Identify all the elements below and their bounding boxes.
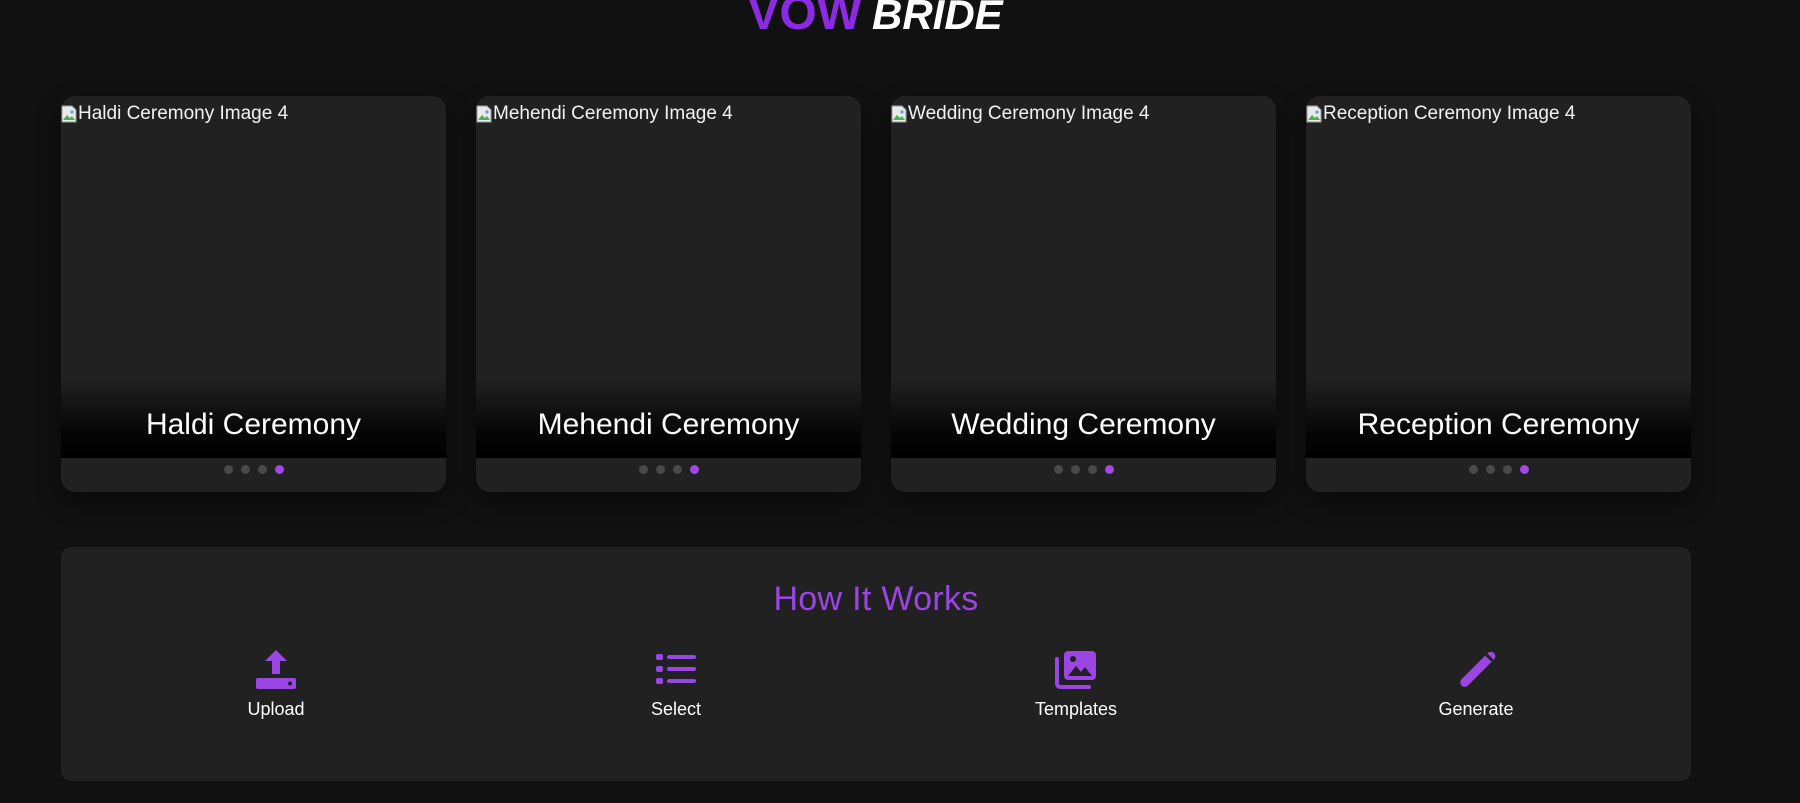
card-footer <box>476 458 861 492</box>
broken-image-placeholder: Haldi Ceremony Image 4 <box>61 103 288 125</box>
card-title: Mehendi Ceremony <box>537 408 800 441</box>
card-title: Reception Ceremony <box>1357 408 1640 441</box>
card-footer <box>61 458 446 492</box>
carousel-dot-1[interactable] <box>223 465 233 474</box>
carousel-dot-2[interactable] <box>240 465 250 474</box>
card-title: Haldi Ceremony <box>145 408 362 441</box>
image-alt-text: Reception Ceremony Image 4 <box>1323 103 1576 124</box>
broken-image-icon <box>891 105 907 123</box>
step-select: Select <box>576 647 776 720</box>
step-upload: Upload <box>176 647 376 720</box>
step-label: Upload <box>247 699 305 719</box>
image-alt-text: Mehendi Ceremony Image 4 <box>493 103 733 124</box>
carousel-dots <box>1306 465 1691 474</box>
carousel-dot-3[interactable] <box>672 465 682 474</box>
broken-image-placeholder: Mehendi Ceremony Image 4 <box>476 103 733 125</box>
how-it-works-steps: Upload Select Templates Generate <box>61 647 1691 757</box>
list-icon <box>654 647 698 691</box>
images-icon <box>1054 647 1098 691</box>
how-it-works-title: How It Works <box>773 580 979 618</box>
card-footer <box>891 458 1276 492</box>
carousel-dot-2[interactable] <box>655 465 665 474</box>
carousel-dot-3[interactable] <box>1087 465 1097 474</box>
carousel-dot-2[interactable] <box>1485 465 1495 474</box>
carousel-dots <box>891 465 1276 474</box>
carousel-dot-4[interactable] <box>1519 465 1529 474</box>
carousel-dot-3[interactable] <box>257 465 267 474</box>
carousel-dot-1[interactable] <box>638 465 648 474</box>
step-label: Templates <box>1034 699 1118 719</box>
how-it-works-section: How It Works Upload Select Templates Gen… <box>61 547 1691 781</box>
carousel-dot-3[interactable] <box>1502 465 1512 474</box>
carousel-dot-2[interactable] <box>1070 465 1080 474</box>
ceremony-card-mehendi[interactable]: Mehendi Ceremony Image 4 Mehendi Ceremon… <box>476 96 861 492</box>
broken-image-icon <box>61 105 77 123</box>
broken-image-icon <box>476 105 492 123</box>
step-generate: Generate <box>1376 647 1576 720</box>
carousel-dot-4[interactable] <box>274 465 284 474</box>
ceremony-card-haldi[interactable]: Haldi Ceremony Image 4 Haldi Ceremony <box>61 96 446 492</box>
upload-icon <box>254 647 298 691</box>
ceremony-cards: Haldi Ceremony Image 4 Haldi Ceremony Me… <box>61 96 1691 492</box>
image-alt-text: Wedding Ceremony Image 4 <box>908 103 1150 124</box>
broken-image-placeholder: Reception Ceremony Image 4 <box>1306 103 1575 125</box>
broken-image-placeholder: Wedding Ceremony Image 4 <box>891 103 1150 125</box>
carousel-dot-4[interactable] <box>689 465 699 474</box>
carousel-dot-1[interactable] <box>1053 465 1063 474</box>
logo-bride: BRIDE <box>871 0 1003 38</box>
carousel-dot-1[interactable] <box>1468 465 1478 474</box>
site-logo[interactable]: VOW BRIDE <box>0 0 1750 45</box>
step-templates: Templates <box>976 647 1176 720</box>
magic-wand-icon <box>1454 647 1498 691</box>
carousel-dots <box>476 465 861 474</box>
carousel-dots <box>61 465 446 474</box>
page: VOW BRIDE Haldi Ceremony Image 4 Haldi Ce… <box>0 0 1800 803</box>
carousel-dot-4[interactable] <box>1104 465 1114 474</box>
image-alt-text: Haldi Ceremony Image 4 <box>78 103 289 124</box>
step-label: Select <box>650 699 702 719</box>
step-label: Generate <box>1438 699 1514 719</box>
ceremony-card-reception[interactable]: Reception Ceremony Image 4 Reception Cer… <box>1306 96 1691 492</box>
ceremony-card-wedding[interactable]: Wedding Ceremony Image 4 Wedding Ceremon… <box>891 96 1276 492</box>
card-title: Wedding Ceremony <box>951 408 1216 441</box>
broken-image-icon <box>1306 105 1322 123</box>
logo-vow: VOW <box>747 0 862 40</box>
card-footer <box>1306 458 1691 492</box>
